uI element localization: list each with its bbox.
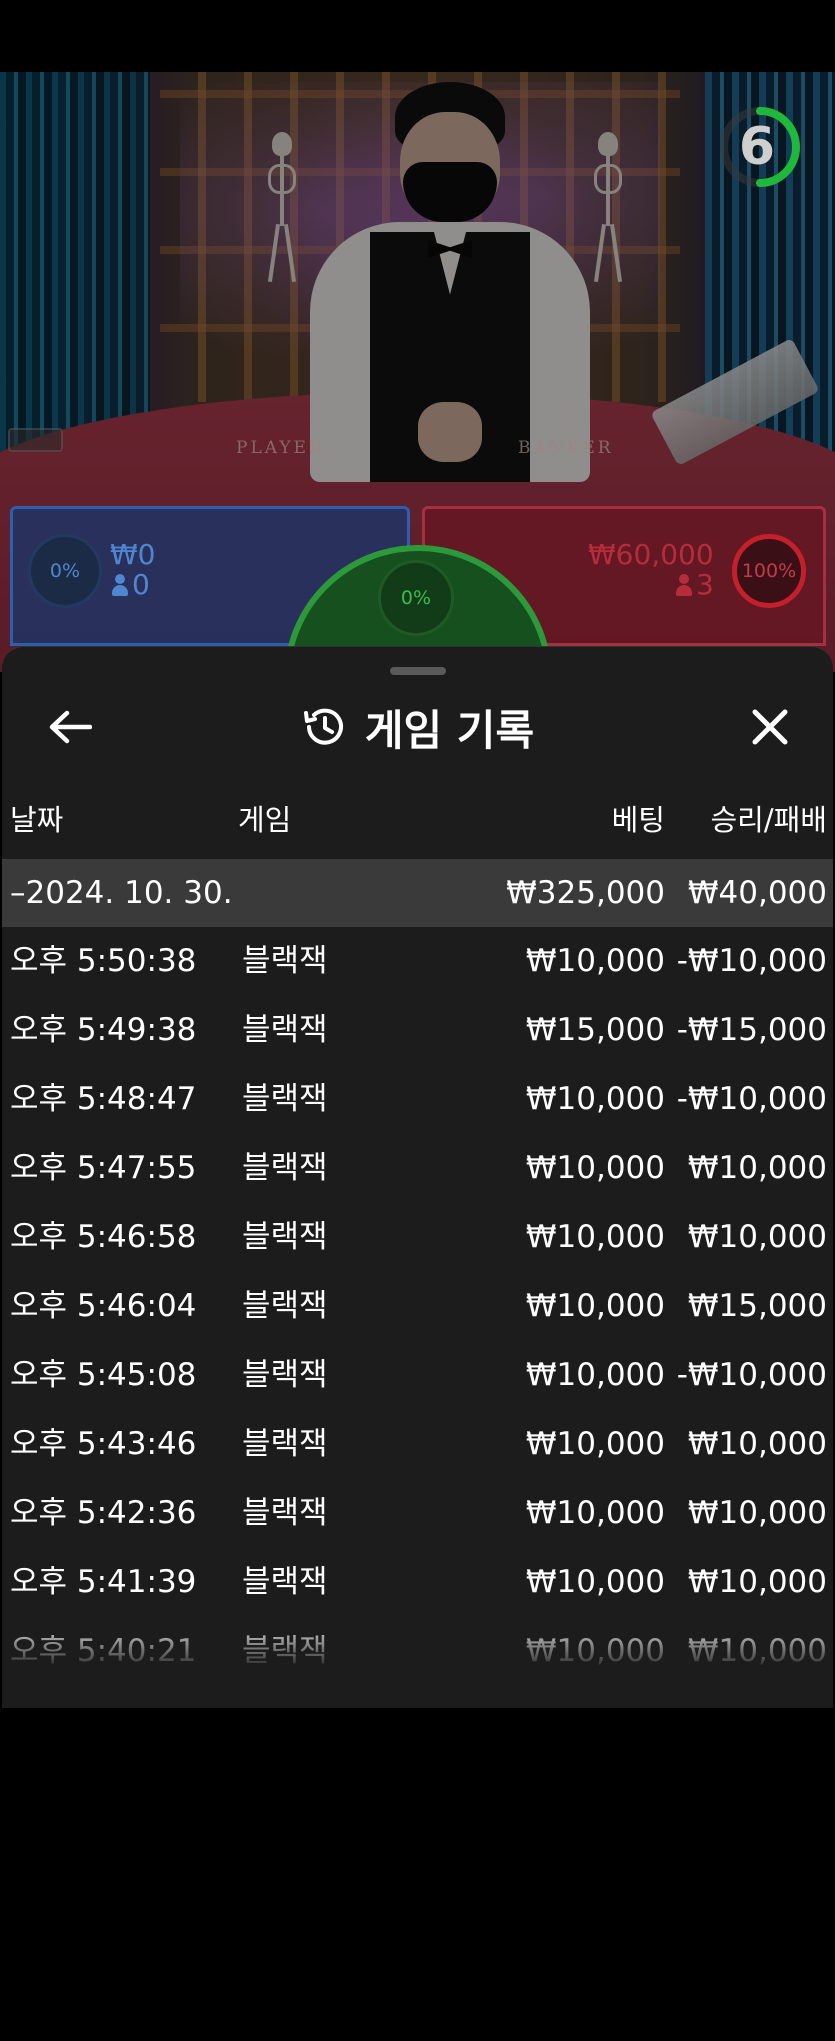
row-time: 오후 5:42:36 (10, 1495, 197, 1531)
row-bet: ₩10,000 (525, 1426, 665, 1462)
row-game: 블랙잭 (242, 1012, 328, 1048)
row-game: 블랙잭 (242, 1288, 328, 1324)
row-bet: ₩10,000 (525, 1357, 665, 1393)
player-count: 0 (112, 570, 150, 600)
row-time: 오후 5:50:38 (10, 943, 197, 979)
row-win-loss: ₩10,000 (687, 1426, 827, 1462)
row-win-loss: -₩10,000 (676, 1357, 827, 1393)
row-win-loss: ₩10,000 (687, 1219, 827, 1255)
row-time: 오후 5:49:38 (10, 1012, 197, 1048)
row-bet: ₩10,000 (525, 1288, 665, 1324)
row-time: 오후 5:46:04 (10, 1288, 197, 1324)
history-row[interactable]: 오후 5:42:36 블랙잭 ₩10,000 ₩10,000 (2, 1479, 833, 1548)
player-percent: 0% (28, 534, 102, 608)
row-win-loss: -₩15,000 (676, 1012, 827, 1048)
close-button[interactable] (742, 699, 798, 755)
history-row[interactable]: 오후 5:50:38 블랙잭 ₩10,000 -₩10,000 (2, 927, 833, 996)
history-row[interactable]: 오후 5:48:47 블랙잭 ₩10,000 -₩10,000 (2, 1065, 833, 1134)
row-bet: ₩10,000 (525, 1150, 665, 1186)
history-row[interactable]: 오후 5:46:58 블랙잭 ₩10,000 ₩10,000 (2, 1203, 833, 1272)
row-time: 오후 5:43:46 (10, 1426, 197, 1462)
column-header-game: 게임 (238, 803, 292, 837)
row-time: 오후 5:45:08 (10, 1357, 197, 1393)
row-win-loss: ₩15,000 (687, 1288, 827, 1324)
column-header-date: 날짜 (10, 803, 64, 837)
history-row[interactable]: 오후 5:45:08 블랙잭 ₩10,000 -₩10,000 (2, 1341, 833, 1410)
close-icon (752, 709, 788, 745)
row-bet: ₩15,000 (525, 1012, 665, 1048)
row-win-loss: -₩10,000 (676, 943, 827, 979)
panel-title: 게임 기록 (364, 705, 535, 755)
row-bet: ₩10,000 (525, 1219, 665, 1255)
row-win-loss: ₩10,000 (687, 1495, 827, 1531)
arrow-left-icon (49, 710, 92, 744)
player-bet-amount: ₩0 (110, 538, 156, 571)
history-row[interactable]: 오후 5:46:04 블랙잭 ₩10,000 ₩15,000 (2, 1272, 833, 1341)
banker-bet-amount: ₩60,000 (588, 538, 714, 571)
row-bet: ₩10,000 (525, 1564, 665, 1600)
history-row[interactable]: 오후 5:40:21 블랙잭 ₩10,000 ₩10,000 (2, 1617, 833, 1686)
player-count-value: 0 (132, 568, 150, 601)
banker-count: 3 (676, 570, 714, 600)
column-header-bet: 베팅 (611, 803, 665, 837)
row-time: 오후 5:48:47 (10, 1081, 197, 1117)
row-game: 블랙잭 (242, 1633, 328, 1669)
row-game: 블랙잭 (242, 1564, 328, 1600)
game-history-panel: 게임 기록 날짜 게임 베팅 승리/패배 –2024. 10. 30. ₩325… (2, 646, 833, 1708)
banker-percent: 100% (732, 534, 806, 608)
row-game: 블랙잭 (242, 1150, 328, 1186)
group-bet-total: ₩325,000 (506, 875, 665, 911)
group-date: –2024. 10. 30. (10, 875, 233, 911)
drag-handle[interactable] (390, 667, 446, 675)
person-icon (112, 574, 128, 596)
row-win-loss: -₩10,000 (676, 1081, 827, 1117)
row-time: 오후 5:40:21 (10, 1633, 197, 1669)
tie-percent: 0% (378, 560, 454, 636)
row-bet: ₩10,000 (525, 943, 665, 979)
group-win-loss-total: ₩40,000 (687, 875, 827, 911)
row-win-loss: ₩10,000 (687, 1633, 827, 1669)
row-bet: ₩10,000 (525, 1081, 665, 1117)
table-header: 날짜 게임 베팅 승리/패배 (2, 797, 833, 853)
row-bet: ₩10,000 (525, 1633, 665, 1669)
history-row[interactable]: 오후 5:43:46 블랙잭 ₩10,000 ₩10,000 (2, 1410, 833, 1479)
history-row[interactable]: 오후 5:41:39 블랙잭 ₩10,000 ₩10,000 (2, 1548, 833, 1617)
countdown-value: 6 (738, 117, 776, 177)
row-game: 블랙잭 (242, 1357, 328, 1393)
row-game: 블랙잭 (242, 1219, 328, 1255)
row-game: 블랙잭 (242, 1081, 328, 1117)
row-time: 오후 5:47:55 (10, 1150, 197, 1186)
column-header-win-loss: 승리/패배 (710, 803, 828, 837)
row-bet: ₩10,000 (525, 1495, 665, 1531)
history-clock-icon (303, 708, 343, 745)
history-row[interactable]: 오후 5:49:38 블랙잭 ₩15,000 -₩15,000 (2, 996, 833, 1065)
banker-count-value: 3 (696, 568, 714, 601)
panel-header: 게임 기록 (2, 697, 833, 757)
back-button[interactable] (42, 699, 98, 755)
row-game: 블랙잭 (242, 1426, 328, 1462)
person-icon (676, 574, 692, 596)
row-game: 블랙잭 (242, 943, 328, 979)
row-game: 블랙잭 (242, 1495, 328, 1531)
date-group-row[interactable]: –2024. 10. 30. ₩325,000 ₩40,000 (2, 859, 833, 927)
history-row[interactable]: 오후 5:47:55 블랙잭 ₩10,000 ₩10,000 (2, 1134, 833, 1203)
row-time: 오후 5:46:58 (10, 1219, 197, 1255)
history-list: 오후 5:50:38 블랙잭 ₩10,000 -₩10,000 오후 5:49:… (2, 927, 833, 1686)
row-win-loss: ₩10,000 (687, 1564, 827, 1600)
countdown-timer: 6 (720, 102, 810, 192)
row-time: 오후 5:41:39 (10, 1564, 197, 1600)
row-win-loss: ₩10,000 (687, 1150, 827, 1186)
